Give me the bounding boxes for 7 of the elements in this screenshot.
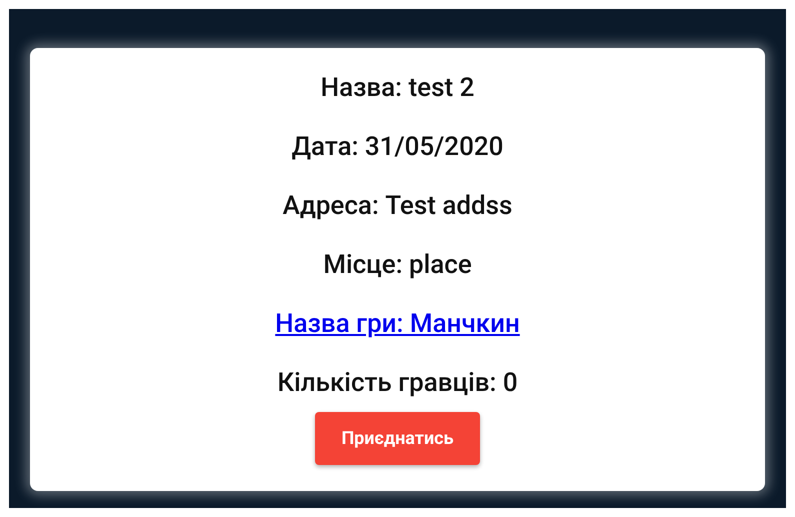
join-button[interactable]: Приєднатись [315,412,480,465]
detail-text: Дата: 31/05/2020 [292,132,504,162]
detail-text: Місце: place [323,250,472,280]
detail-text: Назва: test 2 [320,73,474,103]
game-link[interactable]: Назва гри: Манчкин [275,309,520,339]
detail-text: Кількість гравців: 0 [277,368,518,398]
detail-text: Адреса: Test addss [282,191,512,221]
